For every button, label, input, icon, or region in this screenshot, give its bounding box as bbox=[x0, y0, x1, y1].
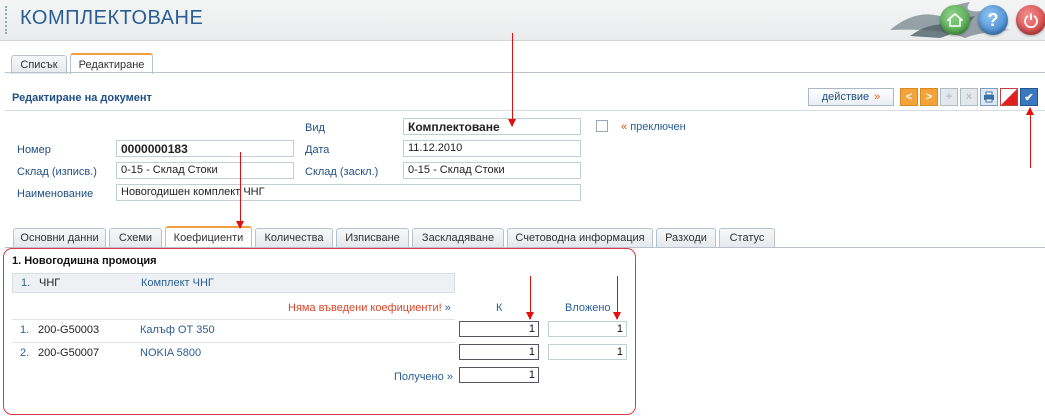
tab-accounting[interactable]: Счетоводна информация bbox=[507, 228, 653, 247]
header-dots bbox=[5, 6, 9, 34]
received-input[interactable]: 1 bbox=[459, 367, 539, 383]
annotation-arrow bbox=[613, 276, 621, 320]
switched-label: преключен bbox=[630, 121, 686, 133]
confirm-icon: ✔ bbox=[1024, 91, 1034, 104]
item-code: 200-G50003 bbox=[38, 324, 100, 336]
k-input[interactable]: 1 bbox=[459, 344, 539, 360]
next-icon: > bbox=[925, 91, 933, 103]
warning-text: Няма въведени коефициенти! bbox=[288, 302, 442, 314]
annotation-arrow bbox=[1026, 107, 1034, 168]
help-icon: ? bbox=[987, 9, 999, 30]
tab-edit[interactable]: Редактиране bbox=[70, 53, 153, 74]
kind-label: Вид bbox=[305, 122, 325, 134]
invested-input[interactable]: 1 bbox=[548, 344, 627, 360]
prev-icon: < bbox=[905, 91, 913, 103]
received-text: Получено bbox=[394, 371, 444, 383]
action-label: действие bbox=[821, 91, 870, 103]
action-button[interactable]: действие » bbox=[808, 88, 894, 106]
received-label[interactable]: Получено » bbox=[394, 371, 453, 383]
tab-main-data[interactable]: Основни данни bbox=[13, 228, 106, 247]
document-title: Редактиране на документ bbox=[12, 92, 152, 104]
flag-button[interactable] bbox=[1000, 88, 1018, 106]
switched-checkbox[interactable] bbox=[596, 120, 608, 132]
delete-button[interactable]: × bbox=[960, 88, 978, 106]
row-number: 1. bbox=[21, 277, 31, 289]
kind-field[interactable]: Комплектоване bbox=[403, 118, 581, 135]
received-quote: » bbox=[446, 371, 453, 383]
tab-status[interactable]: Статус bbox=[719, 228, 775, 247]
set-name[interactable]: Комплект ЧНГ bbox=[141, 277, 214, 289]
top-tabs-divider bbox=[5, 72, 1045, 73]
switched-quote: « bbox=[621, 121, 628, 133]
power-icon bbox=[1024, 13, 1038, 28]
prev-button[interactable]: < bbox=[900, 88, 918, 106]
name-field[interactable]: Новогодишен комплект ЧНГ bbox=[116, 184, 581, 201]
print-icon bbox=[984, 91, 994, 103]
home-icon bbox=[947, 12, 963, 27]
column-invested-header: Вложено bbox=[565, 302, 611, 314]
store-in-field[interactable]: 0-15 - Склад Стоки bbox=[403, 162, 581, 179]
set-header-row: 1. ЧНГ Комплект ЧНГ bbox=[12, 273, 455, 293]
number-label: Номер bbox=[17, 144, 51, 156]
tab-coefficients[interactable]: Коефициенти bbox=[165, 226, 252, 247]
page-title: КОМПЛЕКТОВАНЕ bbox=[20, 7, 204, 29]
delete-icon: × bbox=[965, 91, 973, 103]
date-label: Дата bbox=[305, 144, 330, 156]
add-icon: + bbox=[945, 91, 953, 103]
set-code: ЧНГ bbox=[39, 277, 61, 289]
table-row: 1. 200-G50003 Калъф ОТ 350 bbox=[12, 319, 455, 341]
row-number: 1. bbox=[20, 324, 30, 336]
action-chevron: » bbox=[874, 91, 881, 103]
tab-writeoff[interactable]: Изписване bbox=[336, 228, 409, 247]
column-k-header: К bbox=[496, 302, 503, 314]
item-name[interactable]: Калъф ОТ 350 bbox=[140, 324, 215, 336]
switched-link[interactable]: « преключен bbox=[621, 121, 686, 133]
document-divider bbox=[5, 110, 1045, 111]
invested-input[interactable]: 1 bbox=[548, 321, 627, 337]
store-in-label: Склад (заскл.) bbox=[305, 166, 379, 178]
table-row: 2. 200-G50007 NOKIA 5800 bbox=[12, 342, 455, 364]
tab-expenses[interactable]: Разходи bbox=[656, 228, 716, 247]
row-number: 2. bbox=[20, 347, 30, 359]
tab-quantities[interactable]: Количества bbox=[255, 228, 333, 247]
promotion-title: 1. Новогодишна промоция bbox=[12, 255, 157, 267]
tab-schemes[interactable]: Схеми bbox=[109, 228, 162, 247]
add-button[interactable]: + bbox=[940, 88, 958, 106]
tab-storing[interactable]: Заскладяване bbox=[412, 228, 504, 247]
print-button[interactable] bbox=[980, 88, 998, 106]
home-button[interactable] bbox=[940, 5, 970, 35]
annotation-arrow bbox=[526, 276, 534, 320]
confirm-button[interactable]: ✔ bbox=[1020, 88, 1038, 106]
power-button[interactable] bbox=[1016, 5, 1045, 35]
store-out-label: Склад (изписв.) bbox=[17, 166, 97, 178]
help-button[interactable]: ? bbox=[978, 5, 1008, 35]
item-name[interactable]: NOKIA 5800 bbox=[140, 347, 201, 359]
name-label: Наименование bbox=[17, 188, 94, 200]
annotation-arrow bbox=[236, 152, 244, 229]
no-coefficients-warning[interactable]: Няма въведени коефициенти! » bbox=[288, 302, 451, 314]
date-field[interactable]: 11.12.2010 bbox=[403, 140, 581, 157]
item-code: 200-G50007 bbox=[38, 347, 100, 359]
annotation-arrow bbox=[508, 33, 516, 127]
k-input[interactable]: 1 bbox=[459, 321, 539, 337]
store-out-field[interactable]: 0-15 - Склад Стоки bbox=[116, 162, 294, 179]
number-field[interactable]: 0000000183 bbox=[116, 140, 294, 157]
warning-quote: » bbox=[444, 302, 451, 314]
app-header: КОМПЛЕКТОВАНЕ ? bbox=[0, 0, 1045, 41]
next-button[interactable]: > bbox=[920, 88, 938, 106]
